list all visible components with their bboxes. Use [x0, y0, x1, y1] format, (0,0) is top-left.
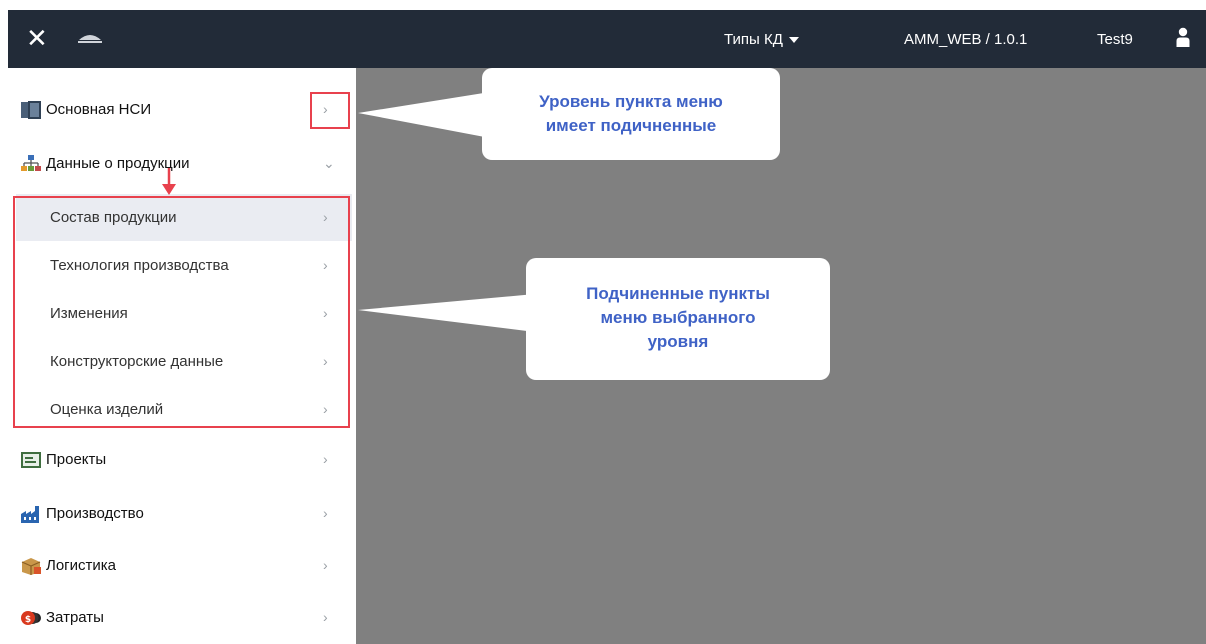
- submenu-item-production-technology[interactable]: Технология производства ›: [16, 242, 352, 289]
- user-icon[interactable]: [1176, 27, 1190, 47]
- submenu-item-label: Изменения: [50, 305, 128, 322]
- sidebar-item-costs[interactable]: $ Затраты ›: [8, 594, 356, 642]
- submenu-item-label: Оценка изделий: [50, 401, 164, 418]
- submenu-item-design-data[interactable]: Конструкторские данные ›: [16, 338, 352, 385]
- project-icon: [21, 452, 41, 468]
- sidebar-item-projects[interactable]: Проекты ›: [8, 436, 356, 484]
- chevron-right-icon: ›: [323, 557, 328, 573]
- close-icon[interactable]: ✕: [26, 25, 48, 51]
- callout-bottom-line: меню выбранного: [600, 308, 756, 327]
- factory-icon: [21, 506, 39, 523]
- submenu-item-product-composition[interactable]: Состав продукции ›: [16, 194, 352, 241]
- caret-down-icon: [788, 37, 799, 44]
- coins-icon: $: [21, 611, 41, 625]
- chevron-right-icon: ›: [323, 451, 328, 467]
- callout-bottom: Подчиненные пункты меню выбранного уровн…: [526, 258, 830, 380]
- submenu-item-changes[interactable]: Изменения ›: [16, 290, 352, 337]
- callout-bottom-line: Подчиненные пункты: [586, 284, 770, 303]
- chevron-right-icon: ›: [323, 101, 328, 117]
- chevron-right-icon: ›: [323, 257, 328, 273]
- sidebar-item-label: Логистика: [46, 557, 117, 574]
- sidebar-menu: Основная НСИ › Данные о продукции ⌄ Сост…: [8, 68, 356, 644]
- sidebar-item-label: Затраты: [46, 609, 104, 626]
- sidebar-item-production[interactable]: Производство ›: [8, 490, 356, 538]
- sidebar-item-product-data[interactable]: Данные о продукции ⌄: [8, 140, 356, 188]
- submenu-item-label: Состав продукции: [50, 209, 177, 226]
- chevron-right-icon: ›: [323, 505, 328, 521]
- callout-bottom-line: уровня: [647, 332, 709, 351]
- user-name[interactable]: Test9: [1097, 31, 1133, 48]
- box-icon: [21, 558, 41, 575]
- company-logo: [78, 35, 102, 43]
- chevron-right-icon: ›: [323, 305, 328, 321]
- svg-text:$: $: [25, 615, 31, 625]
- submenu-item-label: Конструкторские данные: [50, 353, 224, 370]
- arrow-down-icon: [162, 168, 176, 195]
- submenu-item-label: Технология производства: [50, 257, 229, 274]
- top-header: ✕ Типы КД AMM_WEB / 1.0.1 Test9: [8, 10, 1206, 68]
- chevron-right-icon: ›: [323, 609, 328, 625]
- types-dropdown[interactable]: Типы КД: [724, 31, 799, 48]
- chevron-right-icon: ›: [323, 353, 328, 369]
- chevron-right-icon: ›: [323, 401, 328, 417]
- submenu-item-product-evaluation[interactable]: Оценка изделий ›: [16, 386, 352, 433]
- book-icon: [21, 101, 41, 119]
- callout-top-line: имеет подичненные: [545, 116, 717, 135]
- sidebar-item-logistics[interactable]: Логистика ›: [8, 542, 356, 590]
- chevron-down-icon: ⌄: [323, 155, 335, 171]
- hierarchy-icon: [21, 155, 41, 171]
- sidebar-item-main-nsi[interactable]: Основная НСИ ›: [8, 86, 356, 134]
- app-version: AMM_WEB / 1.0.1: [904, 31, 1028, 48]
- sidebar-item-label: Производство: [46, 505, 144, 522]
- chevron-right-icon: ›: [323, 209, 328, 225]
- types-dropdown-label: Типы КД: [724, 31, 783, 48]
- callout-top-line: Уровень пункта меню: [539, 92, 723, 111]
- callout-top: Уровень пункта меню имеет подичненные: [482, 68, 780, 160]
- sidebar-item-label: Основная НСИ: [46, 101, 152, 118]
- sidebar-item-label: Проекты: [46, 451, 107, 468]
